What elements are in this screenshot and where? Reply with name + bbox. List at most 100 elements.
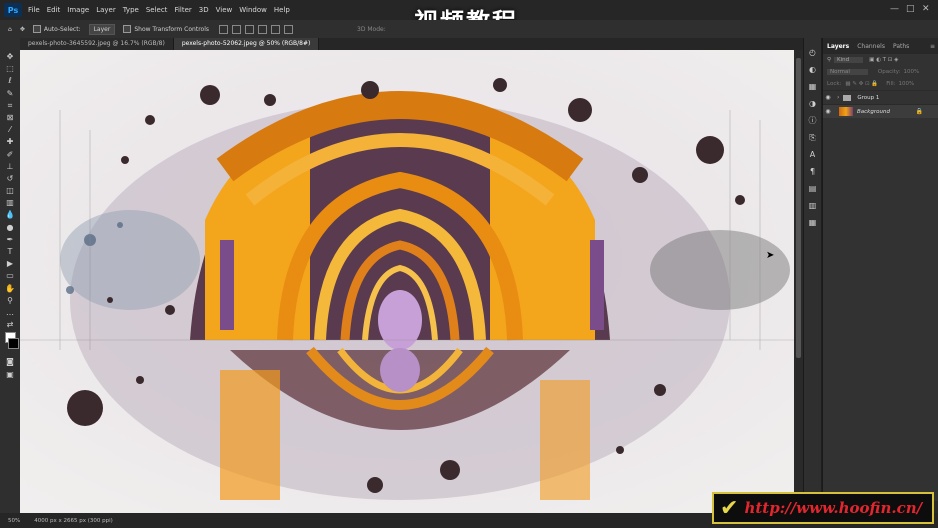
background-color-swatch[interactable] [7, 338, 19, 350]
menu-layer[interactable]: Layer [96, 6, 116, 14]
blend-mode-dropdown[interactable]: Normal [827, 69, 868, 75]
vertical-scrollbar[interactable] [794, 50, 803, 513]
panel-tabs: Layers Channels Paths ≡ [823, 38, 938, 54]
close-icon[interactable]: ✕ [922, 4, 930, 14]
zoom-level[interactable]: 50% [8, 518, 20, 524]
minimize-icon[interactable]: — [890, 4, 899, 14]
layer-row-background[interactable]: ◉ Background 🔒 [823, 104, 938, 118]
history-icon[interactable]: ◴ [808, 48, 817, 57]
type-tool-icon[interactable]: T [5, 247, 15, 256]
more-tools-icon[interactable]: … [5, 308, 15, 317]
3d-mode-label: 3D Mode: [357, 25, 386, 33]
auto-select-label: Auto-Select: [43, 25, 81, 33]
blur-tool-icon[interactable]: 💧 [5, 210, 15, 219]
menu-view[interactable]: View [216, 6, 233, 14]
swatches-icon[interactable]: ▦ [808, 82, 817, 91]
menu-filter[interactable]: Filter [174, 6, 191, 14]
panel-icon-strip: ◴ ◐ ▦ ◑ ⓘ ⎘ A ¶ ▤ ▥ ▦ [803, 38, 821, 513]
properties-icon[interactable]: ⓘ [808, 116, 817, 125]
paragraph-icon[interactable]: ¶ [808, 167, 817, 176]
tab-paths[interactable]: Paths [889, 43, 913, 50]
rectangle-tool-icon[interactable]: ▭ [5, 271, 15, 280]
visibility-eye-icon[interactable]: ◉ [823, 94, 833, 101]
quick-select-tool-icon[interactable]: ✎ [5, 89, 15, 98]
zoom-tool-icon[interactable]: ⚲ [5, 296, 15, 305]
align-buttons[interactable] [219, 24, 297, 34]
gradient-tool-icon[interactable]: ▥ [5, 198, 15, 207]
layer-row-group[interactable]: ◉ › Group 1 [823, 90, 938, 104]
menu-window[interactable]: Window [239, 6, 267, 14]
auto-select-checkbox[interactable]: Auto-Select: [32, 25, 81, 33]
align-bottom-icon[interactable] [284, 24, 293, 34]
character-icon[interactable]: A [808, 150, 817, 159]
move-tool-icon[interactable]: ✥ [20, 26, 25, 33]
mouse-cursor-icon: ➤ [766, 250, 775, 261]
menu-help[interactable]: Help [274, 6, 290, 14]
show-transform-checkbox[interactable]: Show Transform Controls [123, 25, 209, 33]
menu-select[interactable]: Select [146, 6, 168, 14]
scrollbar-thumb[interactable] [796, 58, 801, 358]
layer-thumbnail [839, 107, 853, 116]
layer-filter-row: ⚲ Kind ▣ ◐ T ⊡ ◈ [823, 54, 938, 66]
auto-select-dropdown[interactable]: Layer [88, 23, 116, 35]
site-watermark: ✔ http://www.hoofin.cn/ [712, 492, 934, 524]
clone-stamp-tool-icon[interactable]: ⊥ [5, 162, 15, 171]
fill-label: Fill: [886, 81, 896, 87]
crop-tool-icon[interactable]: ⌗ [5, 101, 15, 110]
pen-tool-icon[interactable]: ✒ [5, 235, 15, 244]
hand-tool-icon[interactable]: ✋ [5, 284, 15, 293]
lock-fill-row: Lock: ▦ ✎ ✥ ⊡ 🔒 Fill: 100% [823, 78, 938, 90]
home-icon[interactable]: ⌂ [8, 26, 12, 33]
align-left-icon[interactable] [219, 24, 228, 34]
menu-type[interactable]: Type [123, 6, 139, 14]
marquee-tool-icon[interactable]: ⬚ [5, 64, 15, 73]
maximize-icon[interactable]: □ [906, 4, 915, 14]
menu-file[interactable]: File [28, 6, 40, 14]
frame-tool-icon[interactable]: ⊠ [5, 113, 15, 122]
align-top-icon[interactable] [258, 24, 267, 34]
fill-value[interactable]: 100% [898, 81, 914, 87]
adjustments-icon[interactable]: ◑ [808, 99, 817, 108]
align-right-icon[interactable] [245, 24, 254, 34]
align-middle-icon[interactable] [271, 24, 280, 34]
photoshop-app-icon[interactable]: Ps [4, 3, 22, 17]
eyedropper-tool-icon[interactable]: ⁄ [5, 125, 15, 134]
dodge-tool-icon[interactable]: ● [5, 223, 15, 232]
document-info[interactable]: 4000 px x 2665 px (300 ppi) [34, 518, 113, 524]
brush-tool-icon[interactable]: ✐ [5, 150, 15, 159]
lock-icons[interactable]: ▦ ✎ ✥ ⊡ 🔒 [845, 81, 878, 87]
color-icon[interactable]: ◐ [808, 65, 817, 74]
document-tab-active[interactable]: pexels-photo-52062.jpeg @ 50% (RGB/8#) [173, 38, 320, 50]
grid-icon[interactable]: ▦ [808, 218, 817, 227]
filter-icons[interactable]: ▣ ◐ T ⊡ ◈ [869, 57, 898, 63]
menu-3d[interactable]: 3D [199, 6, 209, 14]
align-center-icon[interactable] [232, 24, 241, 34]
visibility-eye-icon[interactable]: ◉ [823, 108, 833, 115]
quick-mask-icon[interactable]: ◙ [5, 357, 15, 366]
screen-mode-icon[interactable]: ▣ [5, 370, 15, 379]
menu-edit[interactable]: Edit [47, 6, 61, 14]
eraser-tool-icon[interactable]: ◫ [5, 186, 15, 195]
document-tab[interactable]: pexels-photo-3645592.jpeg @ 16.7% (RGB/8… [20, 38, 174, 50]
layer-name: Group 1 [857, 94, 880, 101]
history-brush-tool-icon[interactable]: ↺ [5, 174, 15, 183]
brushes-icon[interactable]: ▥ [808, 201, 817, 210]
healing-brush-tool-icon[interactable]: ✚ [5, 137, 15, 146]
move-tool-icon[interactable]: ✥ [5, 52, 15, 61]
folder-icon [843, 94, 852, 101]
document-canvas[interactable]: ➤ [20, 50, 803, 513]
path-select-tool-icon[interactable]: ▶ [5, 259, 15, 268]
lasso-tool-icon[interactable]: ℓ [5, 76, 15, 85]
libraries-icon[interactable]: ⎘ [808, 133, 817, 142]
actions-icon[interactable]: ▤ [808, 184, 817, 193]
tab-layers[interactable]: Layers [823, 43, 853, 50]
kind-filter-dropdown[interactable]: Kind [834, 57, 864, 63]
tab-channels[interactable]: Channels [853, 43, 889, 50]
opacity-value[interactable]: 100% [904, 69, 920, 75]
checkbox-icon [32, 25, 41, 33]
panel-menu-icon[interactable]: ≡ [926, 43, 938, 50]
blend-opacity-row: Normal Opacity: 100% [823, 66, 938, 78]
swap-colors-icon[interactable]: ⇄ [5, 320, 15, 329]
menu-image[interactable]: Image [67, 6, 89, 14]
chevron-right-icon[interactable]: › [837, 94, 839, 101]
